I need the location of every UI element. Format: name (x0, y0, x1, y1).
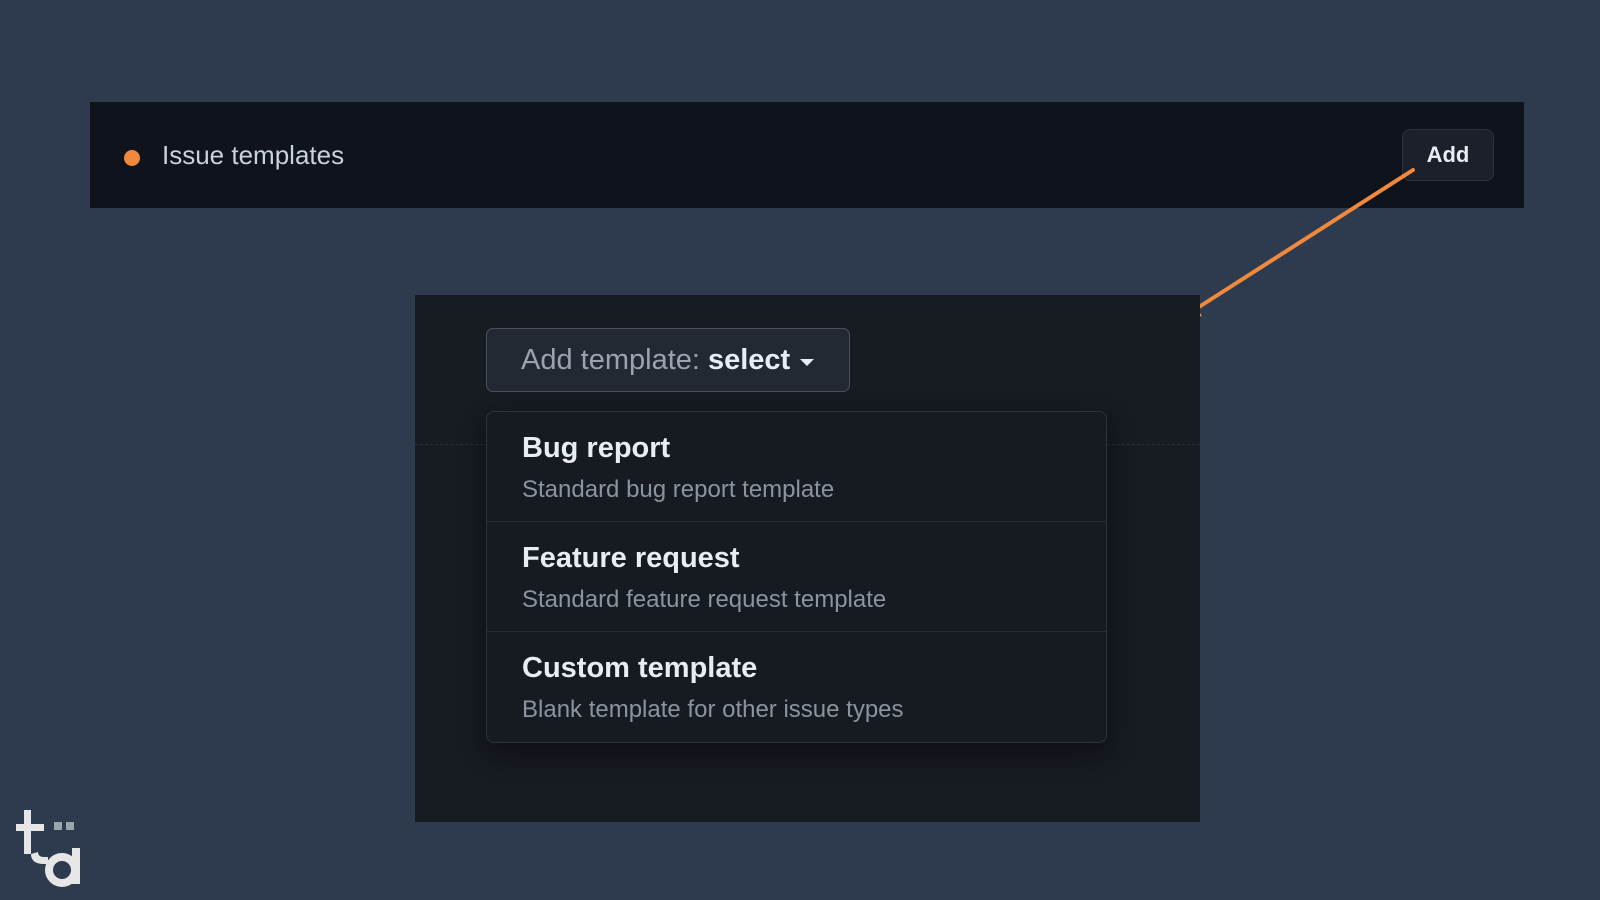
menu-item-description: Standard bug report template (522, 476, 835, 503)
menu-item-custom-template[interactable]: Custom template Blank template for other… (487, 632, 1106, 742)
menu-item-description: Standard feature request template (522, 586, 887, 613)
select-label: Add template: (521, 343, 700, 376)
add-button[interactable]: Add (1402, 129, 1494, 181)
menu-item-title: Feature request (522, 542, 740, 574)
template-panel: Add template: select Bug report Standard… (415, 295, 1200, 822)
add-template-select-button[interactable]: Add template: select (486, 328, 850, 392)
menu-item-feature-request[interactable]: Feature request Standard feature request… (487, 522, 1106, 632)
menu-item-title: Bug report (522, 432, 671, 464)
menu-item-title: Custom template (522, 652, 758, 684)
issue-templates-header: Issue templates Add (90, 102, 1524, 208)
caret-down-icon (800, 358, 815, 366)
menu-item-bug-report[interactable]: Bug report Standard bug report template (487, 412, 1106, 522)
header-title: Issue templates (162, 140, 345, 170)
select-value: select (707, 343, 791, 376)
status-dot-icon (124, 150, 140, 166)
ta-logo (16, 810, 80, 887)
template-dropdown-menu: Bug report Standard bug report template … (486, 411, 1107, 743)
menu-item-description: Blank template for other issue types (522, 696, 904, 723)
